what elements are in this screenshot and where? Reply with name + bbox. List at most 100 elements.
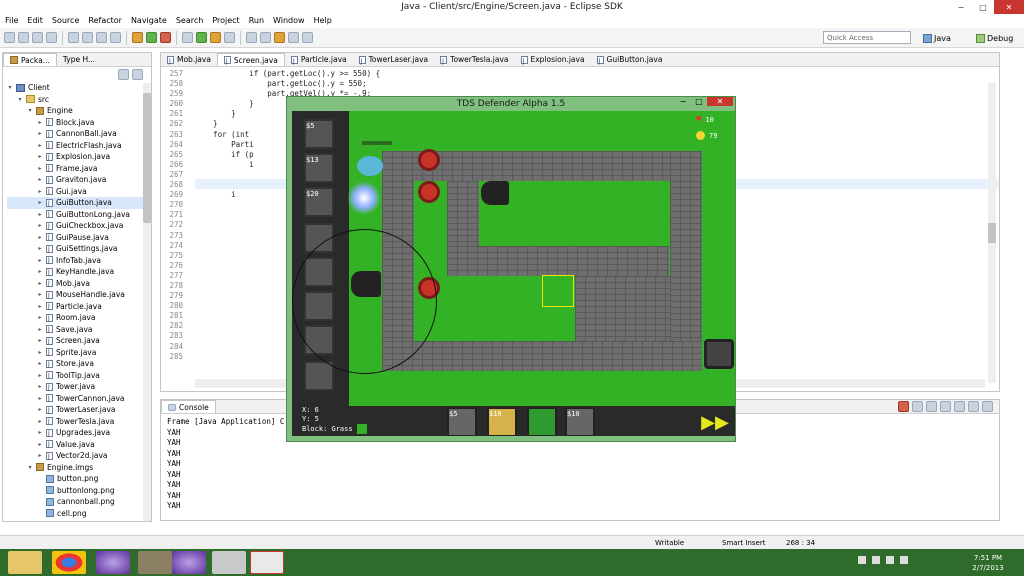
expand-arrow-icon[interactable]: ▸	[37, 243, 43, 255]
menu-source[interactable]: Source	[52, 14, 79, 27]
tree-item[interactable]: ▾ Engine.imgs	[7, 462, 151, 474]
expand-arrow-icon[interactable]: ▸	[37, 128, 43, 140]
print-icon[interactable]	[46, 32, 57, 43]
close-button[interactable]: ✕	[994, 0, 1024, 14]
expand-arrow-icon[interactable]: ▸	[37, 347, 43, 359]
new-icon[interactable]	[4, 32, 15, 43]
tree-item[interactable]: ▸ Save.java	[7, 324, 151, 336]
tree-item[interactable]: ▸ MouseHandle.java	[7, 289, 151, 302]
tree-item[interactable]: ▸ Tower.java	[7, 381, 151, 394]
expand-arrow-icon[interactable]: ▸	[37, 266, 43, 278]
expand-arrow-icon[interactable]: ▸	[37, 174, 43, 186]
menu-run[interactable]: Run	[249, 14, 264, 27]
editor-scroll-thumb[interactable]	[988, 223, 996, 243]
editor-tab[interactable]: Particle.java	[285, 53, 353, 68]
cannon-tower[interactable]	[481, 181, 509, 205]
tray-icon[interactable]	[858, 556, 866, 564]
expand-arrow-icon[interactable]: ▸	[37, 289, 43, 301]
shop-slot-cannon[interactable]: $13	[304, 153, 334, 183]
menu-edit[interactable]: Edit	[27, 14, 43, 27]
new-java-project-icon[interactable]	[182, 32, 193, 43]
save-icon[interactable]	[18, 32, 29, 43]
expand-arrow-icon[interactable]: ▾	[27, 105, 33, 117]
tree-item[interactable]: ▸ Particle.java	[7, 301, 151, 313]
laser-tower[interactable]	[418, 181, 440, 203]
tree-item[interactable]: ▸ Frame.java	[7, 163, 151, 175]
expand-arrow-icon[interactable]: ▸	[37, 381, 43, 393]
tab-console[interactable]: Console	[161, 400, 216, 413]
tree-item[interactable]: ▸ InfoTab.java	[7, 255, 151, 267]
minimize-view-icon[interactable]	[982, 401, 993, 412]
tree-item[interactable]: ▸ Upgrades.java	[7, 427, 151, 440]
tree-item[interactable]: cell.png	[7, 508, 151, 520]
quick-access-input[interactable]: Quick Access	[823, 31, 911, 44]
expand-arrow-icon[interactable]: ▸	[37, 151, 43, 163]
game-close-button[interactable]: ✕	[707, 97, 733, 106]
menu-help[interactable]: Help	[314, 14, 332, 27]
expand-arrow-icon[interactable]: ▸	[37, 186, 43, 198]
laser-tower[interactable]	[418, 149, 440, 171]
game-maximize-button[interactable]: □	[691, 97, 707, 106]
collapse-all-icon[interactable]	[118, 69, 129, 80]
gimp-icon[interactable]	[138, 551, 172, 574]
expand-arrow-icon[interactable]: ▸	[37, 358, 43, 370]
menu-window[interactable]: Window	[273, 14, 305, 27]
tree-item[interactable]: ▾ src	[7, 94, 151, 106]
tree-item[interactable]: ▸ Graviton.java	[7, 174, 151, 187]
tree-item[interactable]: ▸ GuiSettings.java	[7, 243, 151, 256]
expand-arrow-icon[interactable]: ▾	[27, 462, 33, 474]
game-minimize-button[interactable]: −	[675, 97, 691, 106]
tree-item[interactable]: ▸ GuiButtonLong.java	[7, 209, 151, 221]
expand-arrow-icon[interactable]: ▸	[37, 312, 43, 324]
tree-item[interactable]: ▸ Sprite.java	[7, 347, 151, 359]
tree-item[interactable]: cannonball.png	[7, 496, 151, 508]
expand-arrow-icon[interactable]: ▸	[37, 335, 43, 347]
redo-icon[interactable]	[82, 32, 93, 43]
expand-arrow-icon[interactable]: ▸	[37, 232, 43, 244]
tree-item[interactable]: ▸ GuiButton.java	[7, 197, 151, 209]
perspective-debug[interactable]: Debug	[976, 31, 1013, 45]
fast-forward-icon[interactable]: ▶▶	[700, 409, 730, 435]
file-explorer-icon[interactable]	[8, 551, 42, 574]
expand-arrow-icon[interactable]: ▸	[37, 117, 43, 129]
expand-arrow-icon[interactable]: ▾	[17, 94, 23, 106]
highlight-icon[interactable]	[274, 32, 285, 43]
menu-search[interactable]: Search	[176, 14, 203, 27]
editor-tab[interactable]: GuiButton.java	[591, 53, 669, 68]
perspective-java[interactable]: Java	[923, 31, 951, 45]
expand-arrow-icon[interactable]: ▸	[37, 404, 43, 416]
menu-navigate[interactable]: Navigate	[131, 14, 167, 27]
tree-item[interactable]: ▸ CannonBall.java	[7, 128, 151, 141]
tree-item[interactable]: ▸ ToolTip.java	[7, 370, 151, 382]
expand-arrow-icon[interactable]: ▸	[37, 163, 43, 175]
tree-item[interactable]: ▸ GuiCheckbox.java	[7, 220, 151, 233]
cut-icon[interactable]	[96, 32, 107, 43]
tree-item[interactable]: button.png	[7, 473, 151, 485]
prev-annotation-icon[interactable]	[260, 32, 271, 43]
expand-arrow-icon[interactable]: ▸	[37, 439, 43, 451]
tray-icon[interactable]	[872, 556, 880, 564]
explorer-scrollbar[interactable]	[143, 83, 151, 521]
expand-arrow-icon[interactable]: ▸	[37, 220, 43, 232]
clear-console-icon[interactable]	[926, 401, 937, 412]
expand-arrow-icon[interactable]: ▸	[37, 416, 43, 428]
new-class-icon[interactable]	[196, 32, 207, 43]
chrome-icon[interactable]	[52, 551, 86, 574]
tree-item[interactable]: buttonlong.png	[7, 485, 151, 497]
display-console-icon[interactable]	[968, 401, 979, 412]
link-editor-icon[interactable]	[132, 69, 143, 80]
menu-project[interactable]: Project	[212, 14, 239, 27]
tree-item[interactable]: ▸ ElectricFlash.java	[7, 140, 151, 152]
shop-slot-tesla[interactable]: $20	[304, 187, 334, 217]
tab-type-hierarchy[interactable]: Type H...	[57, 53, 101, 66]
pin-console-icon[interactable]	[954, 401, 965, 412]
volume-icon[interactable]	[900, 556, 908, 564]
tree-item[interactable]: ▸ TowerCannon.java	[7, 393, 151, 405]
network-icon[interactable]	[886, 556, 894, 564]
tree-item[interactable]: ▸ Explosion.java	[7, 151, 151, 164]
save-all-icon[interactable]	[32, 32, 43, 43]
minimize-button[interactable]: −	[950, 0, 972, 14]
editor-tab[interactable]: Mob.java	[161, 53, 217, 68]
tree-item[interactable]: ▸ Store.java	[7, 358, 151, 371]
tab-package-explorer[interactable]: Packa...	[3, 53, 57, 66]
